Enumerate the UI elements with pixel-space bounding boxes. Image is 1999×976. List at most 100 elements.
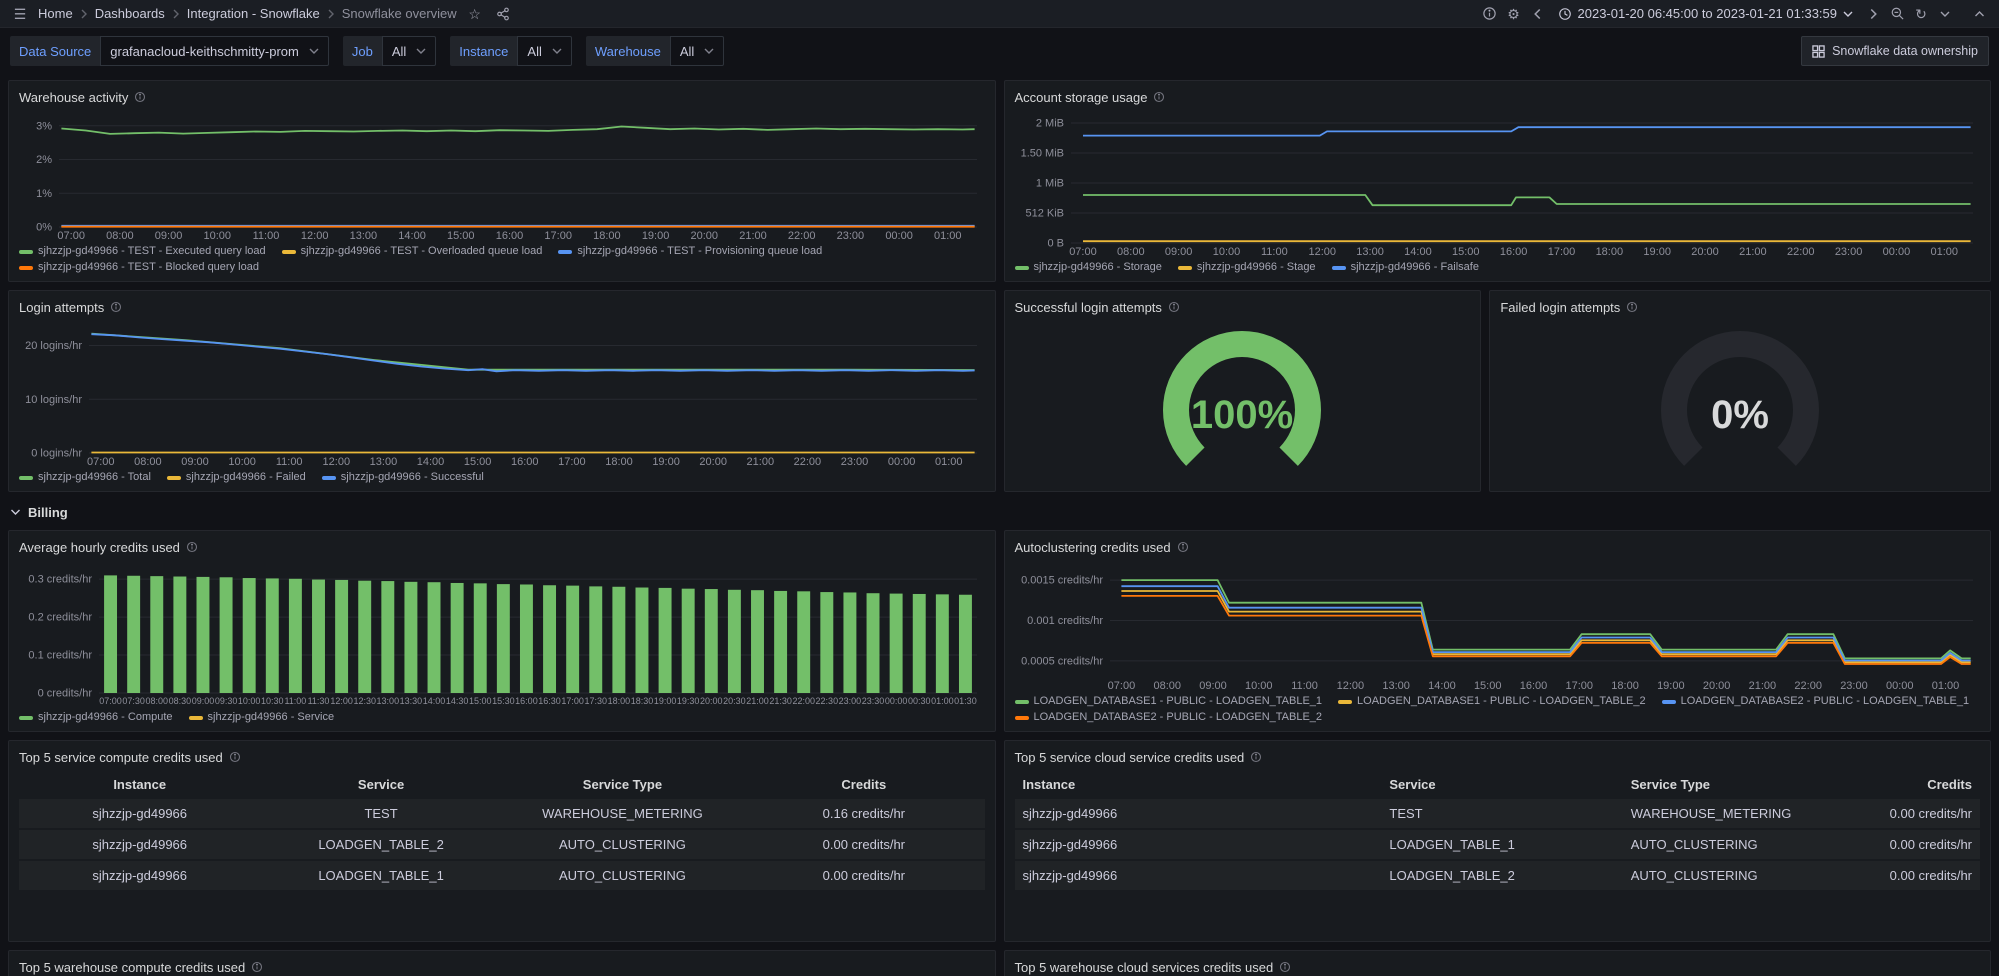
legend-item[interactable]: sjhzzjp-gd49966 - Failsafe [1332,261,1479,274]
breadcrumb-home[interactable]: Home [38,6,73,21]
legend-item[interactable]: sjhzzjp-gd49966 - TEST - Overloaded queu… [282,245,543,258]
panel-title: Average hourly credits used [19,540,180,555]
job-select[interactable]: All [382,36,436,66]
info-icon[interactable] [1626,301,1638,313]
datasource-select[interactable]: grafanacloud-keithschmitty-prom [100,36,329,66]
info-icon[interactable] [1279,961,1291,973]
dashboard-insights-button[interactable] [1480,3,1500,25]
info-icon[interactable] [110,301,122,313]
info-icon[interactable] [1168,301,1180,313]
legend-item[interactable]: sjhzzjp-gd49966 - Successful [322,471,484,484]
panel-header[interactable]: Top 5 service cloud service credits used [1015,746,1981,768]
legend-item[interactable]: LOADGEN_DATABASE2 - PUBLIC - LOADGEN_TAB… [1662,695,1970,708]
legend-swatch [322,476,336,480]
refresh-button[interactable]: ↻ [1911,3,1931,25]
legend-item[interactable]: LOADGEN_DATABASE2 - PUBLIC - LOADGEN_TAB… [1015,711,1323,724]
column-header[interactable]: Service Type [502,770,743,799]
info-icon[interactable] [229,751,241,763]
panel-header[interactable]: Top 5 service compute credits used [19,746,985,768]
panel-header[interactable]: Failed login attempts [1500,296,1980,318]
panel-header[interactable]: Account storage usage [1015,86,1981,108]
column-header[interactable]: Instance [19,770,260,799]
legend-item[interactable]: sjhzzjp-gd49966 - TEST - Blocked query l… [19,261,259,274]
info-icon[interactable] [134,91,146,103]
failed-logins-gauge[interactable]: 0% [1500,318,1980,484]
chart-canvas[interactable]: 0%1%2%3%07:0008:0009:0010:0011:0012:0013… [19,108,985,242]
avg-hourly-credits-chart[interactable]: 0 credits/hr0.1 credits/hr0.2 credits/hr… [19,558,985,708]
time-range-picker[interactable]: 2023-01-20 06:45:00 to 2023-01-21 01:33:… [1552,2,1860,26]
legend-item[interactable]: sjhzzjp-gd49966 - TEST - Provisioning qu… [558,245,822,258]
warehouse-value: All [680,44,694,59]
billing-row-toggle[interactable]: Billing [10,500,1991,524]
column-header[interactable]: Service [1381,770,1622,799]
legend-item[interactable]: LOADGEN_DATABASE1 - PUBLIC - LOADGEN_TAB… [1338,695,1646,708]
panel-header[interactable]: Average hourly credits used [19,536,985,558]
instance-value: All [527,44,541,59]
time-shift-back-button[interactable] [1528,3,1548,25]
datasource-label[interactable]: Data Source [10,36,100,66]
column-header[interactable]: Service Type [1623,770,1835,799]
panel-header[interactable]: Login attempts [19,296,985,318]
column-header[interactable]: Credits [1835,770,1980,799]
panel-header[interactable]: Autoclustering credits used [1015,536,1981,558]
instance-select[interactable]: All [517,36,571,66]
legend-item[interactable]: sjhzzjp-gd49966 - Storage [1015,261,1162,274]
svg-text:23:00: 23:00 [841,456,869,468]
breadcrumb-dashboards[interactable]: Dashboards [95,6,165,21]
refresh-interval-dropdown[interactable] [1935,3,1955,25]
gauge[interactable]: 100% [1142,318,1342,484]
column-header[interactable]: Credits [743,770,984,799]
legend-swatch [1338,700,1352,704]
svg-text:22:30: 22:30 [816,696,839,706]
warehouse-label[interactable]: Warehouse [586,36,670,66]
svg-text:2%: 2% [36,154,52,166]
info-icon[interactable] [251,961,263,973]
section-title: Billing [28,505,68,520]
info-icon[interactable] [1250,751,1262,763]
panel-header[interactable]: Top 5 warehouse compute credits used [19,956,985,976]
warehouse-activity-chart[interactable]: 0%1%2%3%07:0008:0009:0010:0011:0012:0013… [19,108,985,242]
data-table: InstanceServiceService TypeCreditssjhzzj… [1015,770,1981,892]
legend-item[interactable]: sjhzzjp-gd49966 - Total [19,471,151,484]
favorite-button[interactable]: ☆ [465,3,485,25]
legend-item[interactable]: sjhzzjp-gd49966 - Stage [1178,261,1316,274]
job-label[interactable]: Job [343,36,382,66]
legend-item[interactable]: LOADGEN_DATABASE1 - PUBLIC - LOADGEN_TAB… [1015,695,1323,708]
legend-item[interactable]: sjhzzjp-gd49966 - Service [189,711,335,724]
instance-label[interactable]: Instance [450,36,517,66]
time-shift-forward-button[interactable] [1863,3,1883,25]
breadcrumb-folder[interactable]: Integration - Snowflake [187,6,320,21]
info-icon[interactable] [1177,541,1189,553]
column-header[interactable]: Service [260,770,501,799]
chart-canvas[interactable]: 0.0005 credits/hr0.001 credits/hr0.0015 … [1015,558,1981,692]
chart-canvas[interactable]: 0 credits/hr0.1 credits/hr0.2 credits/hr… [19,558,985,708]
svg-text:0%: 0% [1711,393,1769,437]
login-attempts-chart[interactable]: 0 logins/hr10 logins/hr20 logins/hr07:00… [19,318,985,468]
svg-text:07:30: 07:30 [122,696,145,706]
info-icon[interactable] [186,541,198,553]
info-icon[interactable] [1153,91,1165,103]
panel-header[interactable]: Successful login attempts [1015,296,1471,318]
legend-item[interactable]: sjhzzjp-gd49966 - Failed [167,471,306,484]
menu-button[interactable]: ☰ [10,3,30,25]
successful-logins-gauge[interactable]: 100% [1015,318,1471,484]
account-storage-chart[interactable]: 0 B512 KiB1 MiB1.50 MiB2 MiB07:0008:0009… [1015,108,1981,258]
panel-header[interactable]: Warehouse activity [19,86,985,108]
panel-header[interactable]: Top 5 warehouse cloud services credits u… [1015,956,1981,976]
collapse-nav-button[interactable] [1969,3,1989,25]
autoclustering-chart[interactable]: 0.0005 credits/hr0.001 credits/hr0.0015 … [1015,558,1981,692]
legend-swatch [1015,716,1029,720]
share-icon [496,7,510,21]
snowflake-data-ownership-button[interactable]: Snowflake data ownership [1801,36,1989,66]
chart-canvas[interactable]: 0 logins/hr10 logins/hr20 logins/hr07:00… [19,318,985,468]
dashboard-settings-button[interactable]: ⚙ [1504,3,1524,25]
column-header[interactable]: Instance [1015,770,1382,799]
warehouse-select[interactable]: All [670,36,724,66]
legend-item[interactable]: sjhzzjp-gd49966 - Compute [19,711,173,724]
share-button[interactable] [493,3,513,25]
legend-item[interactable]: sjhzzjp-gd49966 - TEST - Executed query … [19,245,266,258]
zoom-out-button[interactable] [1887,3,1907,25]
chart-canvas[interactable]: 0 B512 KiB1 MiB1.50 MiB2 MiB07:0008:0009… [1015,108,1981,258]
gauge[interactable]: 0% [1640,318,1840,484]
svg-text:01:00: 01:00 [934,230,962,242]
